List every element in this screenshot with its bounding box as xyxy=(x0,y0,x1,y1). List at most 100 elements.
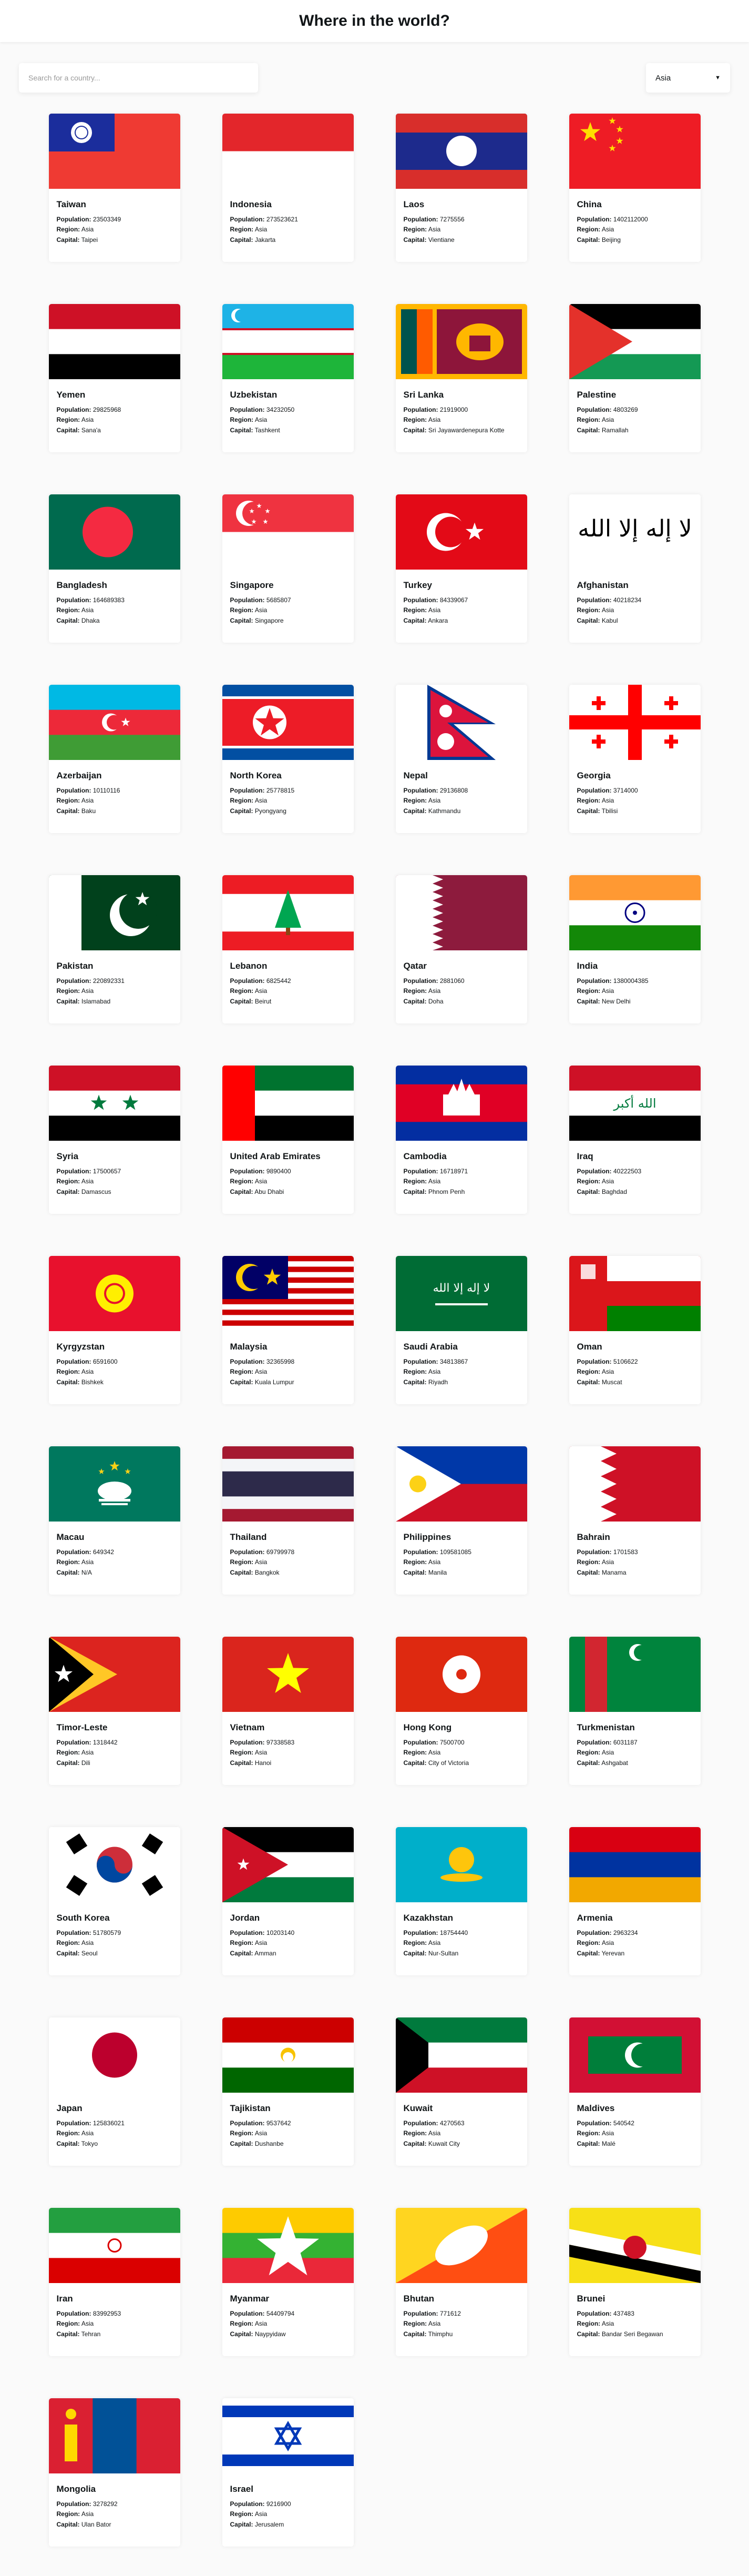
country-card[interactable]: Philippines Population: 109581085 Region: … xyxy=(395,1446,527,1595)
population-value: 23503349 xyxy=(93,216,121,223)
country-card[interactable]: Indonesia Population: 273523621 Region: As… xyxy=(222,114,354,262)
search-input[interactable] xyxy=(28,74,249,82)
country-card[interactable]: Singapore Population: 5685807 Region: Asia… xyxy=(222,494,354,643)
country-name: Maldives xyxy=(577,2103,615,2113)
country-card[interactable]: South Korea Population: 51780579 Region: A… xyxy=(48,1827,180,1975)
country-card[interactable]: Tajikistan Population: 9537642 Region: Asi… xyxy=(222,2017,354,2166)
country-card[interactable]: لا إله إلا الله Saudi Arabia Population: 3… xyxy=(395,1256,527,1404)
country-card[interactable]: Cambodia Population: 16718971 Region: Asia… xyxy=(395,1066,527,1214)
country-name: Macau xyxy=(56,1532,85,1542)
country-card[interactable]: Uzbekistan Population: 34232050 Region: As… xyxy=(222,304,354,452)
country-card[interactable]: Azerbaijan Population: 10110116 Region: As… xyxy=(48,685,180,833)
region-value: Asia xyxy=(254,416,268,424)
country-name: Bhutan xyxy=(403,2294,435,2304)
region-label: Region: xyxy=(230,226,254,234)
region-value: Asia xyxy=(81,416,94,424)
country-card[interactable]: Yemen Population: 29825968 Region: Asia Cap… xyxy=(48,304,180,452)
country-card[interactable]: Bahrain Population: 1701583 Region: Asia Ca… xyxy=(569,1446,701,1595)
country-card[interactable]: الله أكبر Iraq Population: 40222503 Region:… xyxy=(569,1066,701,1214)
search-box[interactable] xyxy=(19,63,258,93)
country-card[interactable]: Nepal Population: 29136808 Region: Asia Cap… xyxy=(395,685,527,833)
country-card[interactable]: Lebanon Population: 6825442 Region: Asia Ca… xyxy=(222,875,354,1023)
region-row: Region: Asia xyxy=(404,606,519,615)
region-value: Asia xyxy=(254,2129,268,2137)
nepal-flag xyxy=(395,685,527,760)
population-row: Population: 34813867 xyxy=(404,1357,519,1366)
capital-value: Beirut xyxy=(254,997,272,1005)
country-card[interactable]: Georgia Population: 3714000 Region: Asia Ca… xyxy=(569,685,701,833)
country-card[interactable]: Palestine Population: 4803269 Region: Asia… xyxy=(569,304,701,452)
region-row: Region: Asia xyxy=(404,2129,519,2138)
brunei-flag xyxy=(569,2208,701,2283)
country-card[interactable]: Macau Population: 649342 Region: Asia Capit… xyxy=(48,1446,180,1595)
region-row: Region: Asia xyxy=(577,1939,693,1948)
country-card[interactable]: Myanmar Population: 54409794 Region: Asia C… xyxy=(222,2208,354,2356)
region-row: Region: Asia xyxy=(57,606,172,615)
israel-flag xyxy=(222,2398,354,2473)
country-card[interactable]: Jordan Population: 10203140 Region: Asia Ca… xyxy=(222,1827,354,1975)
region-value: Asia xyxy=(254,606,268,614)
country-card[interactable]: Sri Lanka Population: 21919000 Region: Asi… xyxy=(395,304,527,452)
country-card[interactable]: Bhutan Population: 771612 Region: Asia Capi… xyxy=(395,2208,527,2356)
region-row: Region: Asia xyxy=(230,2319,346,2328)
population-row: Population: 1318442 xyxy=(57,1738,172,1747)
capital-label: Capital: xyxy=(403,616,427,624)
population-row: Population: 220892331 xyxy=(57,977,172,986)
population-label: Population: xyxy=(403,406,438,413)
capital-value: Phnom Penh xyxy=(428,1188,465,1195)
country-card[interactable]: Kazakhstan Population: 18754440 Region: As… xyxy=(395,1827,527,1975)
population-label: Population: xyxy=(56,1929,91,1936)
country-card[interactable]: Iran Population: 83992953 Region: Asia Capi… xyxy=(48,2208,180,2356)
country-info: Philippines Population: 109581085 Region: … xyxy=(396,1522,527,1577)
capital-row: Capital: Sri Jayawardenepura Kotte xyxy=(404,426,519,435)
region-value: Asia xyxy=(601,1178,614,1185)
region-filter-select[interactable]: Asia ▼ xyxy=(646,63,730,93)
country-card[interactable]: Kyrgyzstan Population: 6591600 Region: Asi… xyxy=(48,1256,180,1404)
country-card[interactable]: Taiwan Population: 23503349 Region: Asia Ca… xyxy=(48,114,180,262)
region-value: Asia xyxy=(601,416,614,424)
sri-lanka-flag xyxy=(395,304,527,379)
country-info: Kazakhstan Population: 18754440 Region: As… xyxy=(396,1902,527,1958)
maldives-flag xyxy=(569,2017,701,2093)
country-grid: Taiwan Population: 23503349 Region: Asia Ca… xyxy=(0,114,749,2547)
country-card[interactable]: Israel Population: 9216900 Region: Asia Cap… xyxy=(222,2398,354,2547)
country-card[interactable]: Armenia Population: 2963234 Region: Asia Ca… xyxy=(569,1827,701,1975)
country-card[interactable]: Pakistan Population: 220892331 Region: Asi… xyxy=(48,875,180,1023)
population-row: Population: 4270563 xyxy=(404,2119,519,2128)
country-card[interactable]: Vietnam Population: 97338583 Region: Asia C… xyxy=(222,1637,354,1785)
country-card[interactable]: Thailand Population: 69799978 Region: Asia… xyxy=(222,1446,354,1595)
country-card[interactable]: Hong Kong Population: 7500700 Region: Asia… xyxy=(395,1637,527,1785)
cambodia-flag xyxy=(395,1066,527,1141)
country-card[interactable]: Turkey Population: 84339067 Region: Asia Ca… xyxy=(395,494,527,643)
country-card[interactable]: North Korea Population: 25778815 Region: A… xyxy=(222,685,354,833)
country-card[interactable]: Laos Population: 7275556 Region: Asia Capit… xyxy=(395,114,527,262)
country-card[interactable]: Japan Population: 125836021 Region: Asia Ca… xyxy=(48,2017,180,2166)
country-card[interactable]: Oman Population: 5106622 Region: Asia Capit… xyxy=(569,1256,701,1404)
population-value: 540542 xyxy=(613,2119,634,2127)
country-card[interactable]: United Arab Emirates Population: 9890400 R… xyxy=(222,1066,354,1214)
capital-value: City of Victoria xyxy=(428,1759,469,1767)
country-info: Qatar Population: 2881060 Region: Asia Capi… xyxy=(396,950,527,1006)
capital-value: Bandar Seri Begawan xyxy=(601,2330,663,2338)
capital-value: Dushanbe xyxy=(254,2139,284,2147)
region-row: Region: Asia xyxy=(230,2510,346,2519)
country-card[interactable]: Syria Population: 17500657 Region: Asia Cap… xyxy=(48,1066,180,1214)
qatar-flag xyxy=(395,875,527,950)
country-card[interactable]: Malaysia Population: 32365998 Region: Asia… xyxy=(222,1256,354,1404)
population-label: Population: xyxy=(230,2500,265,2508)
capital-row: Capital: Malé xyxy=(577,2139,693,2148)
country-info: United Arab Emirates Population: 9890400 R… xyxy=(222,1141,354,1196)
country-card[interactable]: Brunei Population: 437483 Region: Asia Capi… xyxy=(569,2208,701,2356)
country-card[interactable]: Timor-Leste Population: 1318442 Region: As… xyxy=(48,1637,180,1785)
country-card[interactable]: Qatar Population: 2881060 Region: Asia Capi… xyxy=(395,875,527,1023)
country-card[interactable]: China Population: 1402112000 Region: Asia C… xyxy=(569,114,701,262)
country-card[interactable]: Bangladesh Population: 164689383 Region: A… xyxy=(48,494,180,643)
country-card[interactable]: Kuwait Population: 4270563 Region: Asia Cap… xyxy=(395,2017,527,2166)
country-card[interactable]: Maldives Population: 540542 Region: Asia Ca… xyxy=(569,2017,701,2166)
country-card[interactable]: Mongolia Population: 3278292 Region: Asia C… xyxy=(48,2398,180,2547)
country-card[interactable]: Turkmenistan Population: 6031187 Region: A… xyxy=(569,1637,701,1785)
country-card[interactable]: India Population: 1380004385 Region: Asia C… xyxy=(569,875,701,1023)
population-row: Population: 5106622 xyxy=(577,1357,693,1366)
population-row: Population: 2881060 xyxy=(404,977,519,986)
country-card[interactable]: لا إله إلا الله Afghanistan Population: 40… xyxy=(569,494,701,643)
